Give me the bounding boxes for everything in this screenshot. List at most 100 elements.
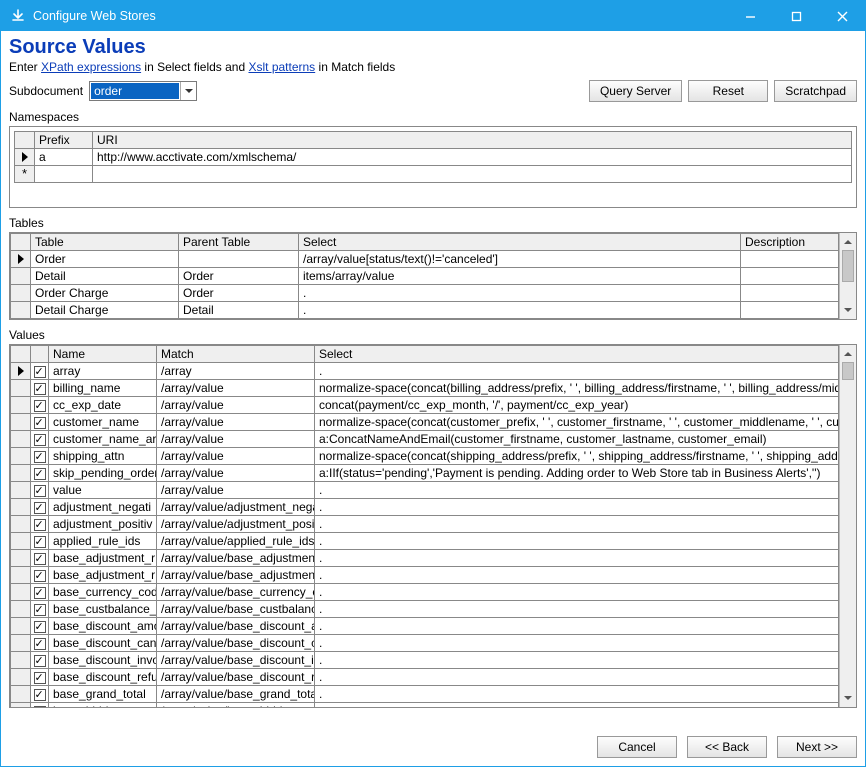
table-row[interactable]: cc_exp_date/array/valueconcat(payment/cc… [11,397,839,414]
tbl-desc-cell[interactable] [741,302,839,319]
tbl-parent-cell[interactable]: Detail [179,302,299,319]
tbl-desc-cell[interactable] [741,285,839,302]
table-row[interactable]: billing_name/array/valuenormalize-space(… [11,380,839,397]
tbl-table-cell[interactable]: Detail [31,268,179,285]
val-match-cell[interactable]: /array [157,363,315,380]
row-checkbox-cell[interactable] [31,363,49,380]
val-select-cell[interactable]: . [315,499,839,516]
table-row[interactable]: Order ChargeOrder. [11,285,839,302]
table-row[interactable]: base_grand_total/array/value/base_grand_… [11,686,839,703]
val-match-cell[interactable]: /array/value/base_discount_car [157,635,315,652]
val-name-cell[interactable]: shipping_attn [49,448,157,465]
table-row[interactable]: base_currency_cod/array/value/base_curre… [11,584,839,601]
next-button[interactable]: Next >> [777,736,857,758]
checkbox-icon[interactable] [34,434,46,446]
table-row[interactable]: base_adjustment_r/array/value/base_adjus… [11,550,839,567]
val-name-cell[interactable]: base_discount_refu [49,669,157,686]
val-match-cell[interactable]: /array/value [157,397,315,414]
subdocument-combo[interactable]: order [89,81,197,101]
val-match-cell[interactable]: /array/value/base_hidden_tax_ [157,703,315,708]
val-name-cell[interactable]: base_hidden_tax_a [49,703,157,708]
checkbox-icon[interactable] [34,570,46,582]
row-checkbox-cell[interactable] [31,448,49,465]
back-button[interactable]: << Back [687,736,767,758]
checkbox-icon[interactable] [34,502,46,514]
val-select-cell[interactable]: . [315,601,839,618]
val-select-cell[interactable]: a:ConcatNameAndEmail(customer_firstname,… [315,431,839,448]
tables-grid[interactable]: Table Parent Table Select Description Or… [10,233,839,319]
val-name-cell[interactable]: array [49,363,157,380]
tbl-desc-header[interactable]: Description [741,234,839,251]
table-row[interactable]: array/array. [11,363,839,380]
checkbox-icon[interactable] [34,672,46,684]
query-server-button[interactable]: Query Server [589,80,682,102]
val-name-cell[interactable]: base_grand_total [49,686,157,703]
xslt-link[interactable]: Xslt patterns [248,60,315,74]
val-name-cell[interactable]: base_custbalance_ [49,601,157,618]
val-select-cell[interactable]: . [315,516,839,533]
tbl-select-cell[interactable]: . [299,302,741,319]
val-name-cell[interactable]: base_adjustment_r [49,567,157,584]
row-checkbox-cell[interactable] [31,431,49,448]
checkbox-icon[interactable] [34,536,46,548]
val-select-cell[interactable]: normalize-space(concat(billing_address/p… [315,380,839,397]
val-match-cell[interactable]: /array/value/applied_rule_ids [157,533,315,550]
val-select-cell[interactable]: normalize-space(concat(customer_prefix, … [315,414,839,431]
checkbox-icon[interactable] [34,655,46,667]
tables-scrollbar[interactable] [839,233,856,319]
tbl-select-cell[interactable]: /array/value[status/text()!='canceled'] [299,251,741,268]
row-checkbox-cell[interactable] [31,584,49,601]
values-scrollbar[interactable] [839,345,856,707]
val-name-cell[interactable]: customer_name [49,414,157,431]
tbl-desc-cell[interactable] [741,268,839,285]
table-row[interactable]: adjustment_positiv/array/value/adjustmen… [11,516,839,533]
checkbox-icon[interactable] [34,604,46,616]
maximize-button[interactable] [773,1,819,31]
val-match-cell[interactable]: /array/value/base_grand_total [157,686,315,703]
table-row[interactable]: customer_name/array/valuenormalize-space… [11,414,839,431]
val-select-header[interactable]: Select [315,346,839,363]
checkbox-icon[interactable] [34,519,46,531]
row-checkbox-cell[interactable] [31,397,49,414]
table-row[interactable]: * [15,166,852,183]
val-select-cell[interactable]: a:IIf(status='pending','Payment is pendi… [315,465,839,482]
val-match-cell[interactable]: /array/value [157,431,315,448]
table-row[interactable]: base_discount_can/array/value/base_disco… [11,635,839,652]
checkbox-icon[interactable] [34,485,46,497]
tbl-table-cell[interactable]: Order [31,251,179,268]
row-checkbox-cell[interactable] [31,703,49,708]
table-row[interactable]: base_discount_invo/array/value/base_disc… [11,652,839,669]
table-row[interactable]: base_discount_amo/array/value/base_disco… [11,618,839,635]
tbl-parent-cell[interactable]: Order [179,268,299,285]
val-select-cell[interactable]: . [315,652,839,669]
row-checkbox-cell[interactable] [31,499,49,516]
val-select-cell[interactable]: . [315,567,839,584]
val-name-cell[interactable]: base_discount_can [49,635,157,652]
row-checkbox-cell[interactable] [31,465,49,482]
row-checkbox-cell[interactable] [31,635,49,652]
row-checkbox-cell[interactable] [31,482,49,499]
tbl-parent-cell[interactable]: Order [179,285,299,302]
table-row[interactable]: base_hidden_tax_a/array/value/base_hidde… [11,703,839,708]
val-select-cell[interactable]: . [315,669,839,686]
val-match-cell[interactable]: /array/value [157,482,315,499]
table-row[interactable]: applied_rule_ids/array/value/applied_rul… [11,533,839,550]
tbl-table-header[interactable]: Table [31,234,179,251]
ns-uri-cell[interactable]: http://www.acctivate.com/xmlschema/ [93,149,852,166]
val-name-cell[interactable]: base_currency_cod [49,584,157,601]
close-button[interactable] [819,1,865,31]
val-select-cell[interactable]: normalize-space(concat(shipping_address/… [315,448,839,465]
row-checkbox-cell[interactable] [31,669,49,686]
val-match-header[interactable]: Match [157,346,315,363]
val-name-header[interactable]: Name [49,346,157,363]
checkbox-icon[interactable] [34,468,46,480]
tbl-table-cell[interactable]: Detail Charge [31,302,179,319]
row-checkbox-cell[interactable] [31,567,49,584]
tbl-parent-header[interactable]: Parent Table [179,234,299,251]
val-name-cell[interactable]: adjustment_negati [49,499,157,516]
val-select-cell[interactable]: . [315,703,839,708]
val-match-cell[interactable]: /array/value [157,448,315,465]
val-name-cell[interactable]: value [49,482,157,499]
row-checkbox-cell[interactable] [31,686,49,703]
table-row[interactable]: base_discount_refu/array/value/base_disc… [11,669,839,686]
